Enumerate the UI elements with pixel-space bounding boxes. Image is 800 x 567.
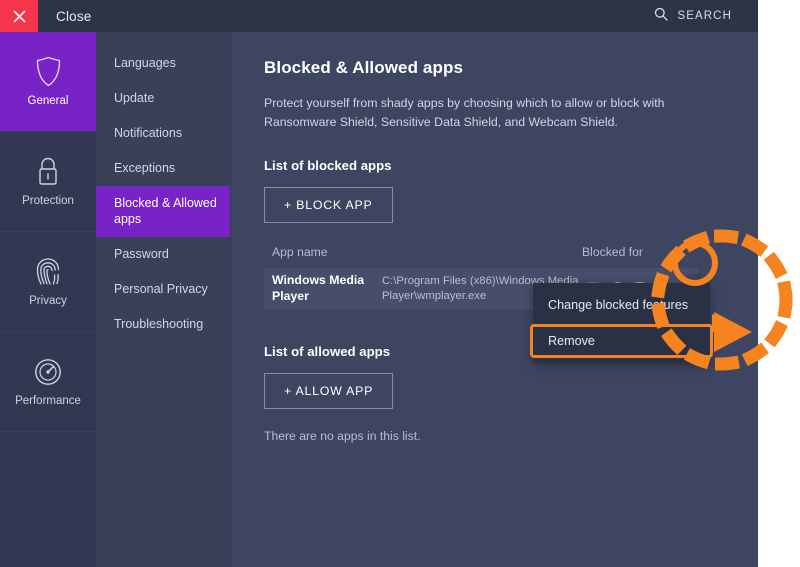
page-description: Protect yourself from shady apps by choo… bbox=[264, 96, 665, 130]
allow-app-button[interactable]: + ALLOW APP bbox=[264, 373, 394, 410]
app-name-cell: Windows Media Player bbox=[272, 273, 365, 304]
shield-icon bbox=[35, 55, 62, 87]
page-title: Blocked & Allowed apps bbox=[264, 58, 463, 77]
close-x-icon bbox=[13, 10, 26, 23]
secondary-sidebar: Languages Update Notifications Exception… bbox=[96, 32, 231, 567]
primary-sidebar: General Protection Privacy Performance bbox=[0, 32, 96, 567]
nav-item-troubleshooting[interactable]: Troubleshooting bbox=[96, 307, 230, 342]
sidebar-item-privacy[interactable]: Privacy bbox=[0, 232, 96, 332]
lock-icon bbox=[35, 155, 61, 187]
close-label: Close bbox=[56, 8, 92, 24]
close-button[interactable] bbox=[0, 0, 38, 32]
sidebar-item-protection[interactable]: Protection bbox=[0, 132, 96, 232]
sidebar-item-label: Protection bbox=[22, 195, 74, 208]
application-window: Close SEARCH General Protection Privacy … bbox=[0, 0, 758, 567]
title-bar: Close SEARCH bbox=[0, 0, 758, 32]
search-icon bbox=[654, 7, 669, 26]
sidebar-item-label: General bbox=[27, 95, 69, 108]
nav-item-personal-privacy[interactable]: Personal Privacy bbox=[96, 272, 230, 307]
sidebar-item-label: Performance bbox=[15, 395, 81, 408]
search-label: SEARCH bbox=[677, 10, 732, 22]
sidebar-item-performance[interactable]: Performance bbox=[0, 332, 96, 432]
nav-item-blocked-allowed-apps[interactable]: Blocked & Allowed apps bbox=[96, 185, 230, 238]
nav-item-languages[interactable]: Languages bbox=[96, 46, 230, 81]
sidebar-item-general[interactable]: General bbox=[0, 32, 96, 132]
nav-item-exceptions[interactable]: Exceptions bbox=[96, 151, 230, 186]
column-header-app-name: App name bbox=[272, 245, 328, 260]
block-app-button[interactable]: + BLOCK APP bbox=[264, 187, 393, 224]
context-menu: Change blocked features Remove bbox=[530, 283, 713, 362]
sidebar-item-label: Privacy bbox=[29, 295, 67, 308]
menu-item-change-blocked-features[interactable]: Change blocked features bbox=[533, 289, 710, 321]
search-button[interactable]: SEARCH bbox=[654, 7, 732, 26]
table-header-row: App name Blocked for bbox=[264, 245, 698, 268]
nav-item-update[interactable]: Update bbox=[96, 81, 230, 116]
nav-item-notifications[interactable]: Notifications bbox=[96, 116, 230, 151]
fingerprint-icon bbox=[34, 255, 62, 287]
menu-item-remove[interactable]: Remove bbox=[530, 324, 713, 358]
allowed-apps-empty-message: There are no apps in this list. bbox=[264, 429, 421, 444]
blocked-apps-heading: List of blocked apps bbox=[264, 158, 392, 174]
nav-item-password[interactable]: Password bbox=[96, 237, 230, 272]
gauge-icon bbox=[34, 355, 62, 387]
column-header-blocked-for: Blocked for bbox=[582, 245, 643, 260]
